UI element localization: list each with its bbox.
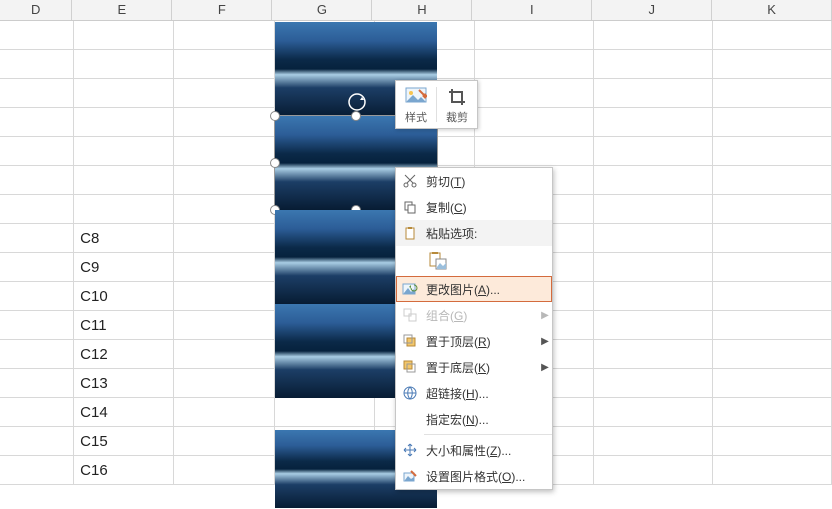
resize-handle[interactable] [351,111,361,121]
menu-item-copy[interactable]: 复制(C) [396,194,552,220]
picture-style-label: 样式 [400,109,432,125]
menu-label: 设置图片格式(O)... [424,468,538,485]
toolbar-separator [436,87,437,122]
send-back-icon [396,360,424,374]
menu-label: 粘贴选项: [424,225,538,242]
menu-item-hyperlink[interactable]: 超链接(H)... [396,380,552,406]
column-header[interactable]: H [372,0,472,20]
menu-label: 置于底层(K) [424,359,538,376]
cell[interactable] [74,21,174,50]
picture-context-menu: 剪切(T) 复制(C) 粘贴选项: 更改图片(A)... 组合(G)▶ 置于顶层… [395,167,553,490]
menu-label: 剪切(T) [424,173,538,190]
column-header[interactable]: E [72,0,172,20]
menu-item-format-picture[interactable]: 设置图片格式(O)... [396,463,552,489]
menu-label: 组合(G) [424,307,538,324]
clipboard-icon [396,226,424,240]
menu-item-assign-macro[interactable]: 指定宏(N)... [396,406,552,432]
paste-options-row [396,246,552,276]
cell[interactable]: C14 [74,398,174,427]
cell[interactable] [74,166,174,195]
cell[interactable]: C13 [74,369,174,398]
menu-item-size-properties[interactable]: 大小和属性(Z)... [396,437,552,463]
menu-label: 超链接(H)... [424,385,538,402]
scissors-icon [396,174,424,188]
bring-front-icon [396,334,424,348]
link-icon [396,386,424,400]
menu-item-bring-to-front[interactable]: 置于顶层(R)▶ [396,328,552,354]
column-header[interactable]: G [272,0,372,20]
resize-handle[interactable] [270,158,280,168]
picture-style-button[interactable]: 样式 [398,83,434,126]
paste-option-icon [429,252,447,270]
menu-label: 更改图片(A)... [424,281,538,298]
format-picture-icon [396,469,424,483]
cell[interactable] [74,108,174,137]
menu-item-send-to-back[interactable]: 置于底层(K)▶ [396,354,552,380]
cell[interactable]: C15 [74,427,174,456]
cell[interactable] [74,137,174,166]
change-picture-icon [396,282,424,296]
menu-label: 置于顶层(R) [424,333,538,350]
cell[interactable] [74,79,174,108]
crop-icon [441,85,473,109]
column-header[interactable]: D [0,0,72,20]
menu-label: 复制(C) [424,199,538,216]
menu-label: 大小和属性(Z)... [424,442,538,459]
column-header[interactable]: J [592,0,712,20]
menu-item-cut[interactable]: 剪切(T) [396,168,552,194]
crop-label: 裁剪 [441,109,473,125]
cell[interactable]: C9 [74,253,174,282]
menu-item-change-picture[interactable]: 更改图片(A)... [396,276,552,302]
cell[interactable] [74,195,174,224]
menu-header-paste-options: 粘贴选项: [396,220,552,246]
cell[interactable]: C11 [74,311,174,340]
picture-mini-toolbar: 样式 裁剪 [395,80,478,129]
group-icon [396,308,424,322]
menu-label: 指定宏(N)... [424,411,538,428]
resize-handle[interactable] [270,111,280,121]
cell[interactable] [74,50,174,79]
column-header-row: D E F G H I J K [0,0,832,21]
column-header[interactable]: K [712,0,832,20]
cell[interactable]: C8 [74,224,174,253]
rotate-icon [347,92,367,112]
column-header[interactable]: F [172,0,272,20]
size-arrows-icon [396,443,424,457]
menu-item-group: 组合(G)▶ [396,302,552,328]
paste-option-picture[interactable] [424,248,452,274]
cell[interactable]: C10 [74,282,174,311]
cell[interactable]: C16 [74,456,174,485]
copy-icon [396,200,424,214]
cell[interactable]: C12 [74,340,174,369]
menu-divider [424,434,552,435]
crop-button[interactable]: 裁剪 [439,83,475,126]
picture-style-icon [400,85,432,109]
column-header[interactable]: I [472,0,592,20]
